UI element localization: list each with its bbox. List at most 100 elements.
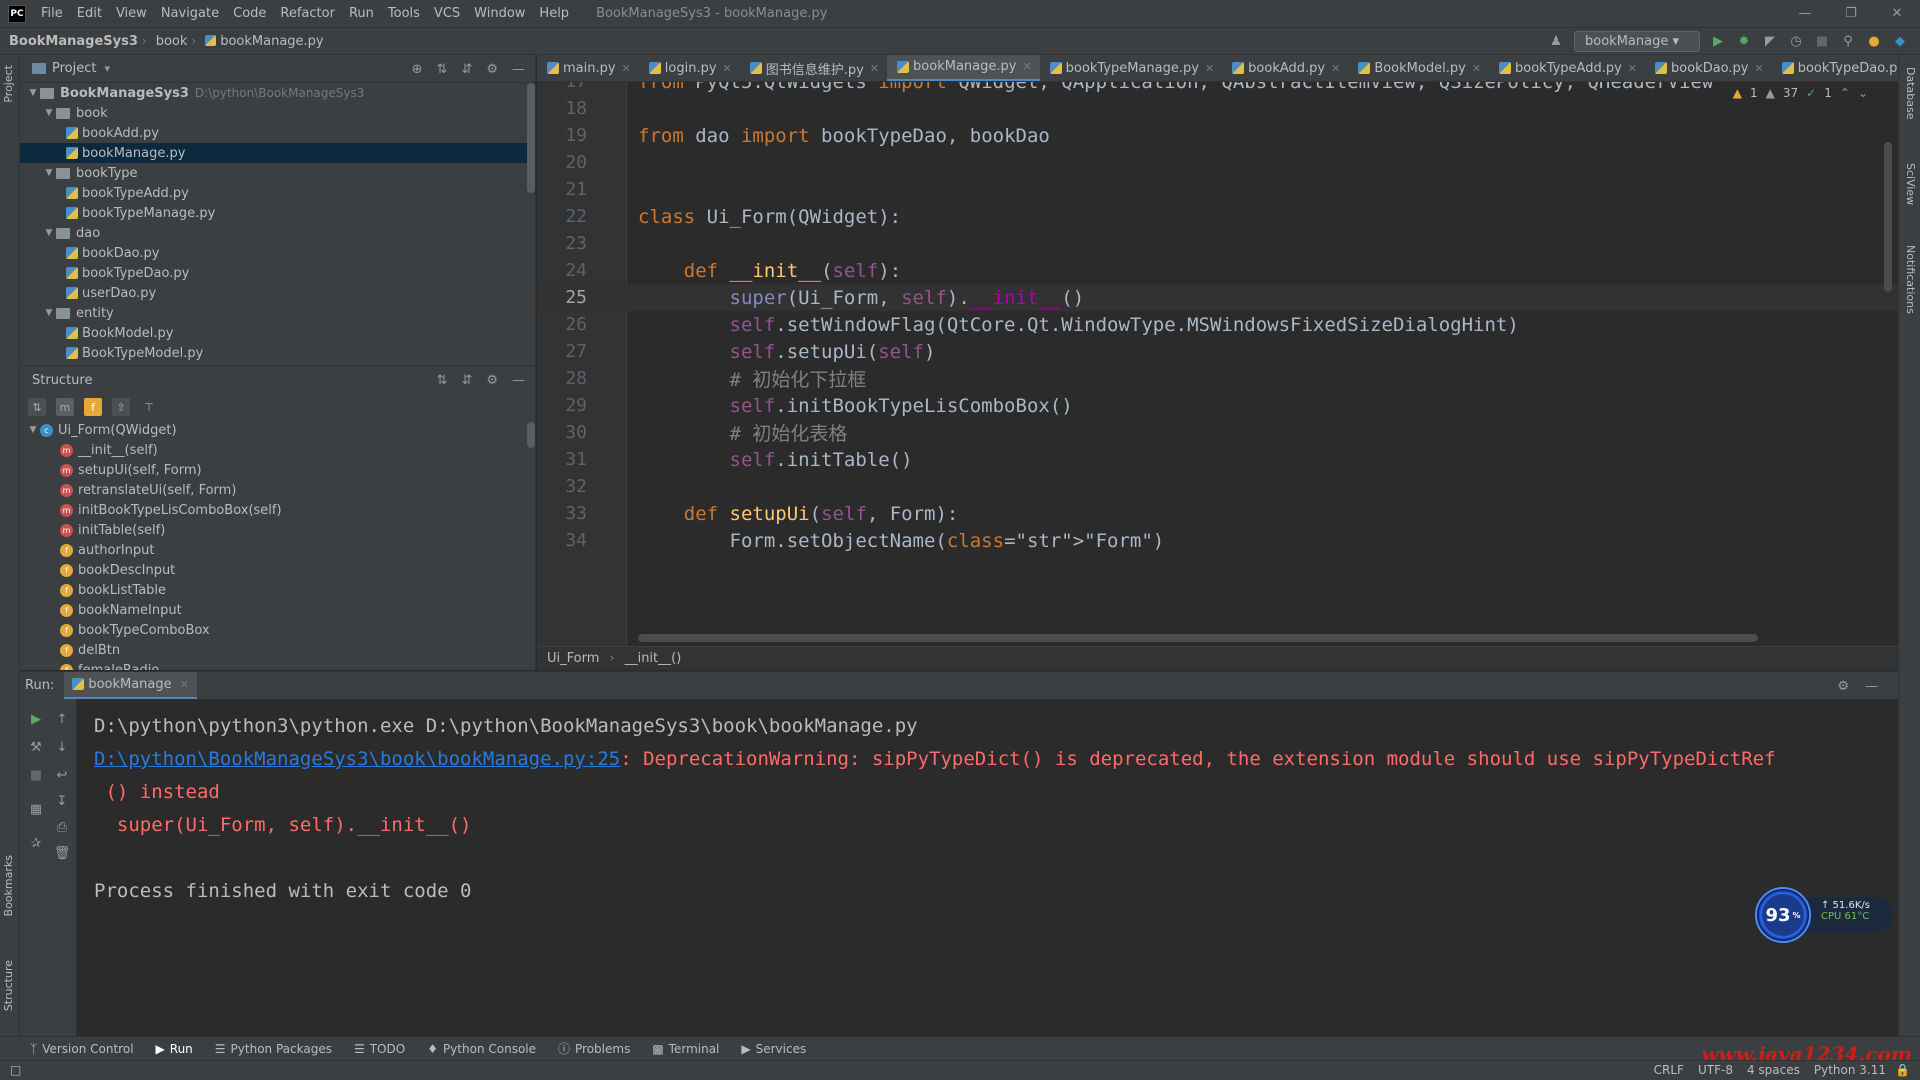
menu-view[interactable]: View (109, 6, 154, 21)
editor-tab[interactable]: bookTypeManage.py ✕ (1040, 55, 1222, 81)
breadcrumb-class[interactable]: Ui_Form (547, 651, 599, 666)
editor-horizontal-scrollbar[interactable] (638, 634, 1758, 642)
structure-field[interactable]: f bookTypeComboBox (20, 620, 535, 640)
run-tool[interactable]: ▶ Run (156, 1042, 193, 1056)
structure-method[interactable]: m setupUi(self, Form) (20, 460, 535, 480)
tree-file[interactable]: bookTypeAdd.py (20, 183, 535, 203)
hide-panel-icon[interactable]: — (512, 373, 525, 388)
menu-edit[interactable]: Edit (70, 6, 109, 21)
breadcrumb-folder[interactable]: book (147, 34, 192, 49)
scroll-to-end-icon[interactable]: ↧ (54, 793, 70, 809)
run-icon[interactable]: ▶ (1710, 34, 1726, 50)
tree-folder[interactable]: ▼ entity (20, 303, 535, 323)
editor-tab[interactable]: BookModel.py ✕ (1348, 55, 1489, 81)
breadcrumb-file[interactable]: bookManage.py (196, 34, 327, 49)
structure-method[interactable]: m initTable(self) (20, 520, 535, 540)
problems-tool[interactable]: ⓘ Problems (558, 1040, 630, 1057)
close-icon[interactable]: ✕ (1472, 62, 1481, 75)
tree-file[interactable]: bookTypeDao.py (20, 263, 535, 283)
gear-icon[interactable]: ⚙ (486, 373, 498, 388)
chevron-up-icon[interactable]: ⌃ (1840, 86, 1850, 100)
chevron-down-icon[interactable]: ▾ (104, 62, 110, 75)
sciview-tool-button[interactable]: SciView (1904, 163, 1917, 205)
menu-vcs[interactable]: VCS (427, 6, 467, 21)
hide-panel-icon[interactable]: — (1865, 679, 1878, 694)
editor-tab[interactable]: bookTypeAdd.py ✕ (1489, 55, 1645, 81)
menu-tools[interactable]: Tools (381, 6, 427, 21)
restore-button[interactable]: ❐ (1828, 0, 1874, 27)
structure-tool-button[interactable]: Structure (2, 960, 15, 1011)
menu-run[interactable]: Run (342, 6, 381, 21)
inspection-widget[interactable]: ▲ 1 ▲ 37 ✓ 1 ⌃ ⌄ (1733, 86, 1868, 100)
structure-method[interactable]: m __init__(self) (20, 440, 535, 460)
close-icon[interactable]: ✕ (1205, 62, 1214, 75)
close-icon[interactable]: ✕ (1754, 62, 1763, 75)
structure-field[interactable]: f bookDescInput (20, 560, 535, 580)
python-interpreter[interactable]: Python 3.11 (1814, 1063, 1886, 1077)
tree-folder[interactable]: ▼ book (20, 103, 535, 123)
chevron-down-icon[interactable]: ▼ (26, 425, 40, 435)
menu-help[interactable]: Help (532, 6, 576, 21)
chevron-down-icon[interactable]: ▼ (26, 88, 40, 98)
menu-navigate[interactable]: Navigate (154, 6, 226, 21)
collapse-all-icon[interactable]: ⇵ (461, 62, 472, 77)
show-methods-icon[interactable]: m (56, 398, 74, 416)
terminal-tool[interactable]: ▩ Terminal (652, 1042, 719, 1056)
structure-field[interactable]: f delBtn (20, 640, 535, 660)
locate-file-icon[interactable]: ⊕ (412, 62, 423, 77)
tree-file[interactable]: BookTypeModel.py (20, 343, 535, 363)
code-editor[interactable]: 17 from PyQt5.QtWidgets import QWidget, Q… (537, 82, 1898, 646)
breadcrumb-project[interactable]: BookManageSys3 (0, 34, 142, 49)
editor-tab[interactable]: bookManage.py ✕ (887, 55, 1040, 81)
tree-file[interactable]: bookDao.py (20, 243, 535, 263)
editor-tab[interactable]: main.py ✕ (537, 55, 639, 81)
user-icon[interactable]: ♟ (1548, 34, 1564, 50)
editor-tab[interactable]: login.py ✕ (639, 55, 740, 81)
menu-window[interactable]: Window (467, 6, 532, 21)
rerun-icon[interactable]: ▶ (28, 711, 44, 727)
indent-setting[interactable]: 4 spaces (1747, 1063, 1800, 1077)
editor-tab[interactable]: bookAdd.py ✕ (1222, 55, 1348, 81)
tree-root[interactable]: ▼ BookManageSys3 D:\python\BookManageSys… (20, 83, 535, 103)
tree-file[interactable]: bookAdd.py (20, 123, 535, 143)
close-window-button[interactable]: ✕ (1874, 0, 1920, 27)
print-icon[interactable]: ⎙ (54, 819, 70, 835)
tree-folder[interactable]: ▼ dao (20, 223, 535, 243)
show-fields-icon[interactable]: f (84, 398, 102, 416)
run-tab[interactable]: bookManage ✕ (64, 671, 197, 700)
close-icon[interactable]: ✕ (870, 62, 879, 75)
close-icon[interactable]: ✕ (1628, 62, 1637, 75)
structure-method[interactable]: m retranslateUi(self, Form) (20, 480, 535, 500)
minimize-button[interactable]: — (1782, 0, 1828, 27)
database-tool-button[interactable]: Database (1904, 67, 1917, 120)
tree-file[interactable]: bookTypeManage.py (20, 203, 535, 223)
structure-method[interactable]: m initBookTypeLisComboBox(self) (20, 500, 535, 520)
close-icon[interactable]: ✕ (1022, 60, 1031, 73)
autoscroll-icon[interactable]: ⊤ (140, 398, 158, 416)
collapse-all-icon[interactable]: ⇵ (461, 373, 472, 388)
structure-field[interactable]: f femaleRadio (20, 660, 535, 670)
breadcrumb-method[interactable]: __init__() (625, 651, 682, 666)
close-icon[interactable]: ✕ (622, 62, 631, 75)
search-icon[interactable]: ⚲ (1840, 34, 1856, 50)
hide-panel-icon[interactable]: — (512, 62, 525, 77)
editor-vertical-scrollbar[interactable] (1884, 142, 1892, 292)
chevron-down-icon[interactable]: ⌄ (1858, 86, 1868, 100)
lock-icon[interactable]: 🔒 (1895, 1063, 1910, 1077)
expand-all-icon[interactable]: ⇅ (437, 373, 448, 388)
line-separator[interactable]: CRLF (1654, 1063, 1684, 1077)
close-icon[interactable]: ✕ (1331, 62, 1340, 75)
tree-file[interactable]: BookModel.py (20, 323, 535, 343)
scroll-up-icon[interactable]: ↑ (54, 711, 70, 727)
close-icon[interactable]: ✕ (723, 62, 732, 75)
project-tool-button[interactable]: Project (2, 65, 15, 103)
tree-file[interactable]: bookManage.py (20, 143, 535, 163)
structure-field[interactable]: f bookNameInput (20, 600, 535, 620)
profile-icon[interactable]: ◷ (1788, 34, 1804, 50)
structure-root[interactable]: ▼ c Ui_Form(QWidget) (20, 420, 535, 440)
gear-icon[interactable]: ⚙ (1837, 679, 1849, 694)
sort-alpha-icon[interactable]: ⇅ (28, 398, 46, 416)
stop-icon[interactable]: ■ (28, 767, 44, 783)
trash-icon[interactable]: 🗑 (54, 845, 71, 861)
chevron-down-icon[interactable]: ▼ (42, 168, 56, 178)
